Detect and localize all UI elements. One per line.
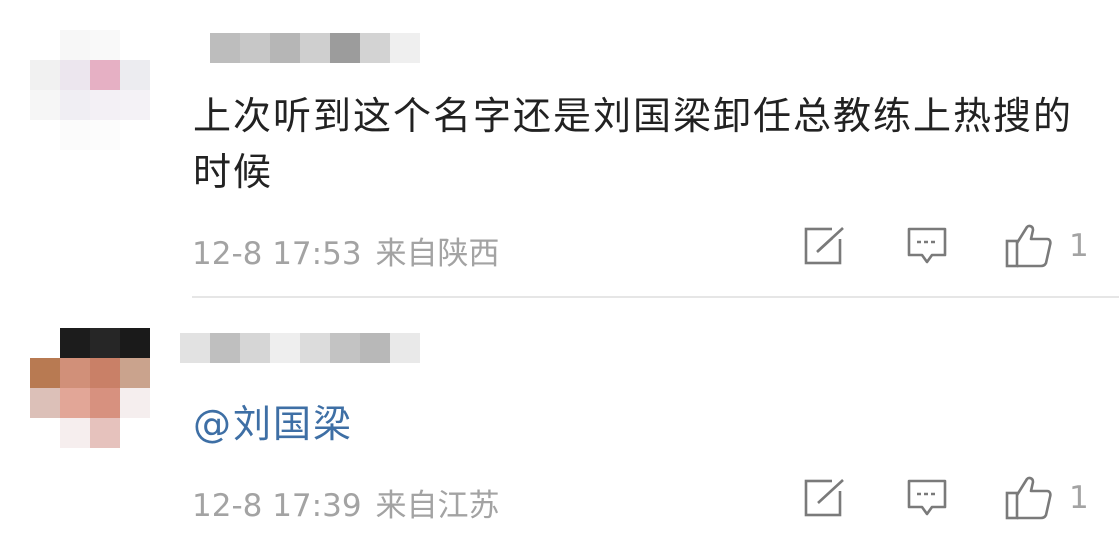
like-button[interactable]: 1 [1005, 220, 1089, 272]
avatar-pixel [60, 418, 90, 448]
username-pixel [360, 33, 390, 63]
avatar-pixel [120, 60, 150, 90]
avatar-pixel [60, 328, 90, 358]
avatar-pixel [120, 388, 150, 418]
avatar-pixel [60, 388, 90, 418]
avatar[interactable] [30, 30, 150, 150]
thumbs-up-icon [1005, 224, 1052, 268]
avatar-pixel [60, 60, 90, 90]
username-pixel [330, 333, 360, 363]
username-pixel [390, 333, 420, 363]
avatar-pixel [90, 30, 120, 60]
avatar-pixel [60, 90, 90, 120]
comment-meta: 12-8 17:53 来自陕西 [192, 228, 500, 273]
comment-actions: 1 [800, 472, 1100, 524]
username-pixel [240, 333, 270, 363]
avatar-pixel [30, 120, 60, 150]
username-pixel [270, 33, 300, 63]
comment-location: 来自陕西 [375, 236, 500, 272]
avatar-pixel [60, 120, 90, 150]
avatar-pixel [30, 328, 60, 358]
avatar-pixel [30, 418, 60, 448]
username-pixel [330, 33, 360, 63]
avatar-pixel [60, 30, 90, 60]
avatar-pixel [90, 90, 120, 120]
comment-time: 12-8 17:39 [192, 488, 362, 524]
username-pixel [210, 333, 240, 363]
comment-location: 来自江苏 [375, 488, 500, 524]
like-button[interactable]: 1 [1005, 472, 1089, 524]
comment-text: @刘国梁 [193, 396, 1073, 452]
avatar-pixel [30, 358, 60, 388]
username-pixel [240, 33, 270, 63]
avatar-pixel [90, 358, 120, 388]
avatar-pixel [30, 90, 60, 120]
avatar-pixel [90, 60, 120, 90]
like-count: 1 [1069, 228, 1089, 264]
avatar-pixel [30, 30, 60, 60]
repost-button[interactable] [804, 220, 846, 272]
username-pixel [300, 33, 330, 63]
reply-button[interactable] [906, 220, 948, 272]
repost-icon [804, 479, 846, 517]
reply-icon [907, 479, 947, 516]
comment-item: 上次听到这个名字还是刘国梁卸任总教练上热搜的时候 12-8 17:53 来自陕西 … [0, 0, 1119, 297]
thumbs-up-icon [1005, 476, 1052, 520]
avatar-pixel [90, 418, 120, 448]
reply-icon [907, 227, 947, 264]
avatar-pixel [120, 30, 150, 60]
like-count: 1 [1069, 480, 1089, 516]
avatar-pixel [90, 120, 120, 150]
avatar-pixel [60, 358, 90, 388]
username-pixel [180, 333, 210, 363]
comment-item: @刘国梁 12-8 17:39 来自江苏 1 [0, 298, 1119, 537]
avatar-pixel [120, 90, 150, 120]
avatar-pixel [30, 388, 60, 418]
username-pixel [210, 33, 240, 63]
username-pixelated[interactable] [210, 33, 420, 63]
avatar-pixel [90, 388, 120, 418]
mention-link[interactable]: @刘国梁 [193, 402, 353, 446]
username-pixel [390, 33, 420, 63]
comment-actions: 1 [800, 220, 1100, 272]
avatar-pixel [120, 328, 150, 358]
username-pixelated[interactable] [180, 333, 420, 363]
avatar-pixel [30, 60, 60, 90]
avatar[interactable] [30, 328, 150, 448]
username-pixel [360, 333, 390, 363]
avatar-pixel [120, 120, 150, 150]
comment-text: 上次听到这个名字还是刘国梁卸任总教练上热搜的时候 [193, 94, 1074, 194]
username-pixel [270, 333, 300, 363]
repost-icon [804, 227, 846, 265]
username-pixel [300, 333, 330, 363]
comment-meta: 12-8 17:39 来自江苏 [192, 480, 500, 525]
avatar-pixel [120, 418, 150, 448]
avatar-pixel [120, 358, 150, 388]
reply-button[interactable] [906, 472, 948, 524]
repost-button[interactable] [804, 472, 846, 524]
comment-time: 12-8 17:53 [192, 236, 362, 272]
avatar-pixel [90, 328, 120, 358]
